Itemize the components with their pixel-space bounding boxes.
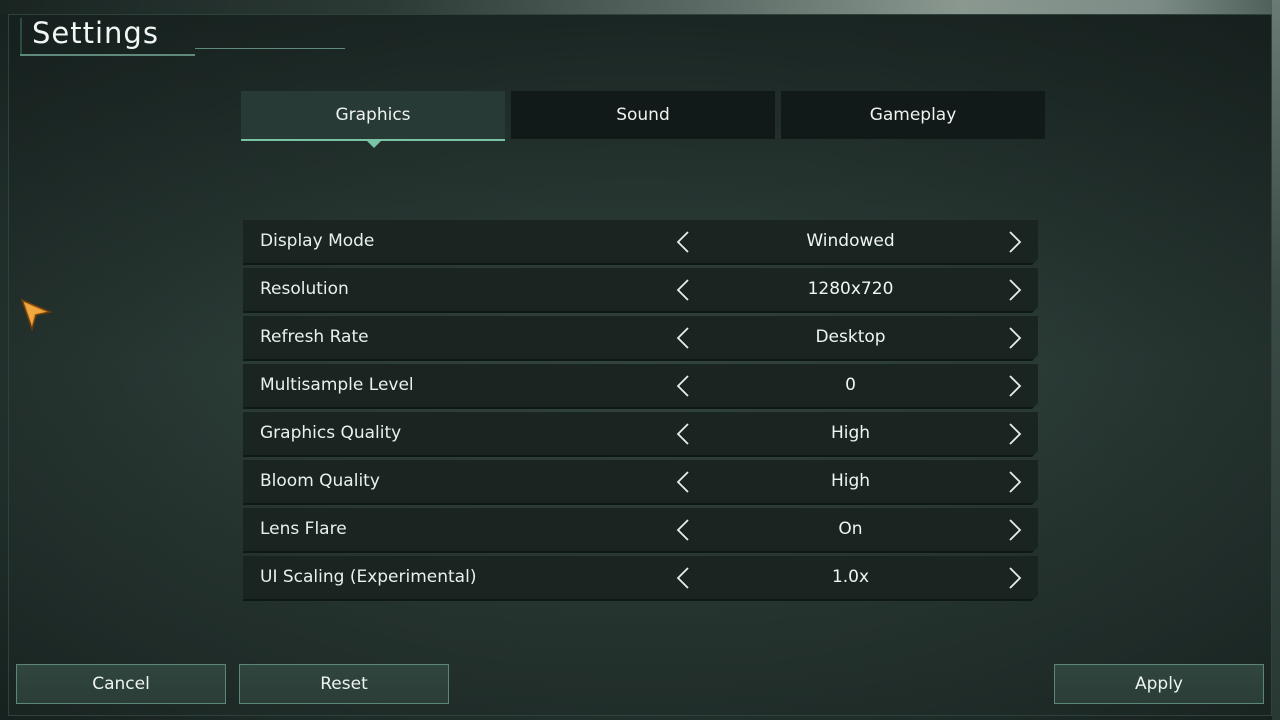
apply-button-label: Apply — [1135, 674, 1183, 694]
setting-value: On — [838, 519, 863, 539]
tab-label: Gameplay — [869, 105, 957, 125]
setting-value: Desktop — [815, 327, 886, 347]
chevron-right-icon[interactable] — [1007, 471, 1023, 493]
background-planet-strip — [0, 0, 1280, 14]
setting-row: Display Mode Windowed — [243, 220, 1038, 265]
background-edge — [1272, 0, 1280, 720]
setting-row: Resolution 1280x720 — [243, 268, 1038, 313]
chevron-left-icon[interactable] — [675, 279, 691, 301]
setting-row: Bloom Quality High — [243, 460, 1038, 505]
chevron-left-icon[interactable] — [675, 375, 691, 397]
reset-button-label: Reset — [320, 674, 368, 694]
setting-value: 1.0x — [831, 567, 870, 587]
chevron-right-icon[interactable] — [1007, 327, 1023, 349]
title-underline — [20, 54, 195, 56]
tab-sound[interactable]: Sound — [511, 91, 775, 139]
setting-row: UI Scaling (Experimental) 1.0x — [243, 556, 1038, 601]
chevron-right-icon[interactable] — [1007, 423, 1023, 445]
chevron-left-icon[interactable] — [675, 327, 691, 349]
setting-label: Refresh Rate — [260, 327, 369, 347]
page-title: Settings — [32, 16, 159, 50]
chevron-right-icon[interactable] — [1007, 279, 1023, 301]
setting-value: 0 — [845, 375, 856, 395]
tab-label: Graphics — [335, 105, 411, 125]
setting-label: Resolution — [260, 279, 349, 299]
title-edge — [20, 18, 22, 56]
chevron-right-icon[interactable] — [1007, 375, 1023, 397]
setting-label: Bloom Quality — [260, 471, 380, 491]
setting-label: Multisample Level — [260, 375, 414, 395]
title-underline-secondary — [195, 48, 345, 49]
tab-gameplay[interactable]: Gameplay — [781, 91, 1045, 139]
apply-button[interactable]: Apply — [1054, 664, 1264, 704]
tab-graphics[interactable]: Graphics — [241, 91, 505, 141]
chevron-right-icon[interactable] — [1007, 567, 1023, 589]
chevron-left-icon[interactable] — [675, 423, 691, 445]
chevron-right-icon[interactable] — [1007, 231, 1023, 253]
setting-value: Windowed — [806, 231, 895, 251]
title-box: Settings — [18, 14, 345, 58]
active-tab-indicator — [366, 140, 382, 148]
setting-value: 1280x720 — [807, 279, 894, 299]
cancel-button-label: Cancel — [92, 674, 150, 694]
setting-value: High — [830, 471, 871, 491]
chevron-left-icon[interactable] — [675, 519, 691, 541]
setting-label: Graphics Quality — [260, 423, 402, 443]
setting-label: Display Mode — [260, 231, 375, 251]
cancel-button[interactable]: Cancel — [16, 664, 226, 704]
reset-button[interactable]: Reset — [239, 664, 449, 704]
setting-row: Graphics Quality High — [243, 412, 1038, 457]
setting-label: UI Scaling (Experimental) — [260, 567, 477, 587]
setting-row: Lens Flare On — [243, 508, 1038, 553]
chevron-left-icon[interactable] — [675, 231, 691, 253]
pointer-cursor-icon — [20, 298, 54, 336]
setting-row: Multisample Level 0 — [243, 364, 1038, 409]
tab-label: Sound — [616, 105, 670, 125]
chevron-right-icon[interactable] — [1007, 519, 1023, 541]
chevron-left-icon[interactable] — [675, 567, 691, 589]
setting-label: Lens Flare — [260, 519, 347, 539]
setting-value: High — [830, 423, 871, 443]
setting-row: Refresh Rate Desktop — [243, 316, 1038, 361]
chevron-left-icon[interactable] — [675, 471, 691, 493]
